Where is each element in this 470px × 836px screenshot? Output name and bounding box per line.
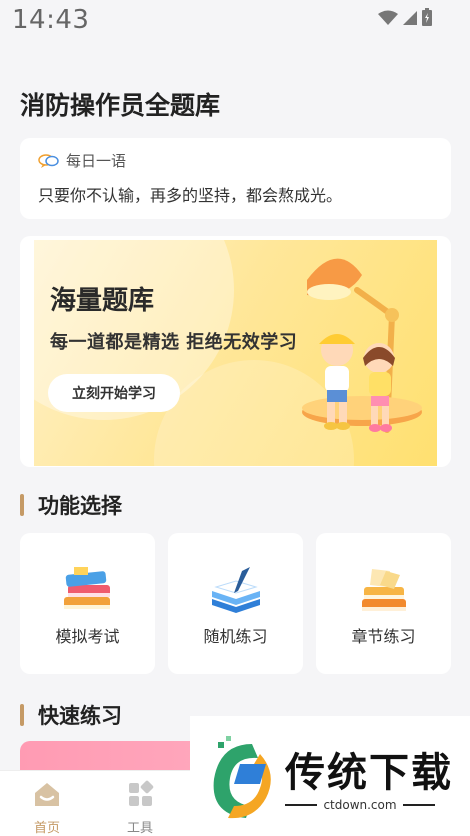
watermark-line <box>402 804 435 806</box>
status-time: 14:43 <box>12 5 90 35</box>
daily-quote-title: 每日一语 <box>66 152 127 170</box>
function-section-header: 功能选择 <box>20 490 122 520</box>
signal-icon <box>403 11 417 25</box>
daily-quote-card: 每日一语 只要你不认输，再多的坚持，都会熬成光。 <box>20 138 451 219</box>
random-practice-label: 随机练习 <box>203 627 268 646</box>
battery-icon <box>422 8 432 26</box>
watermark-url-row: ctdown.com <box>285 798 435 812</box>
start-learning-button[interactable]: 立刻开始学习 <box>48 374 180 412</box>
mock-exam-card[interactable]: 模拟考试 <box>20 533 155 674</box>
chapter-practice-label: 章节练习 <box>351 627 416 646</box>
watermark: 传统下载 ctdown.com <box>190 716 470 836</box>
books-stack-icon <box>64 567 110 609</box>
speech-bubble-icon <box>38 153 59 168</box>
section-accent-bar <box>20 494 24 516</box>
ctdown-logo-icon <box>213 736 271 819</box>
status-bar: 14:43 <box>0 0 470 40</box>
home-icon <box>35 783 59 806</box>
quick-section-header: 快速练习 <box>20 700 122 730</box>
books-pages-icon <box>362 569 406 611</box>
nav-item-tools[interactable]: 工具 <box>110 779 170 836</box>
watermark-line <box>285 804 318 806</box>
page-title: 消防操作员全题库 <box>20 91 221 120</box>
nav-label-tools: 工具 <box>126 821 153 836</box>
notebook-pen-icon <box>212 567 260 613</box>
random-practice-card[interactable]: 随机练习 <box>168 533 303 674</box>
nav-item-home[interactable]: 首页 <box>17 779 77 836</box>
banner[interactable]: 海量题库 每一道都是精选 拒绝无效学习 立刻开始学习 <box>34 240 437 466</box>
daily-quote-text: 只要你不认输，再多的坚持，都会熬成光。 <box>38 186 343 205</box>
watermark-brand: 传统下载 <box>285 750 453 796</box>
banner-card[interactable]: 海量题库 每一道都是精选 拒绝无效学习 立刻开始学习 <box>20 236 451 467</box>
watermark-url: ctdown.com <box>323 798 397 812</box>
daily-quote-header: 每日一语 <box>38 150 126 171</box>
chapter-practice-card[interactable]: 章节练习 <box>316 533 451 674</box>
nav-label-home: 首页 <box>33 821 60 836</box>
kids-lamp-illustration <box>302 258 422 433</box>
quick-section-title: 快速练习 <box>38 704 122 728</box>
grid-icon <box>129 780 154 806</box>
status-icons <box>378 8 432 26</box>
mock-exam-label: 模拟考试 <box>55 627 120 646</box>
section-accent-bar <box>20 704 24 726</box>
banner-subtitle: 每一道都是精选 拒绝无效学习 <box>50 332 298 353</box>
wifi-icon <box>378 10 398 25</box>
banner-title: 海量题库 <box>50 286 155 316</box>
function-section-title: 功能选择 <box>38 494 122 518</box>
